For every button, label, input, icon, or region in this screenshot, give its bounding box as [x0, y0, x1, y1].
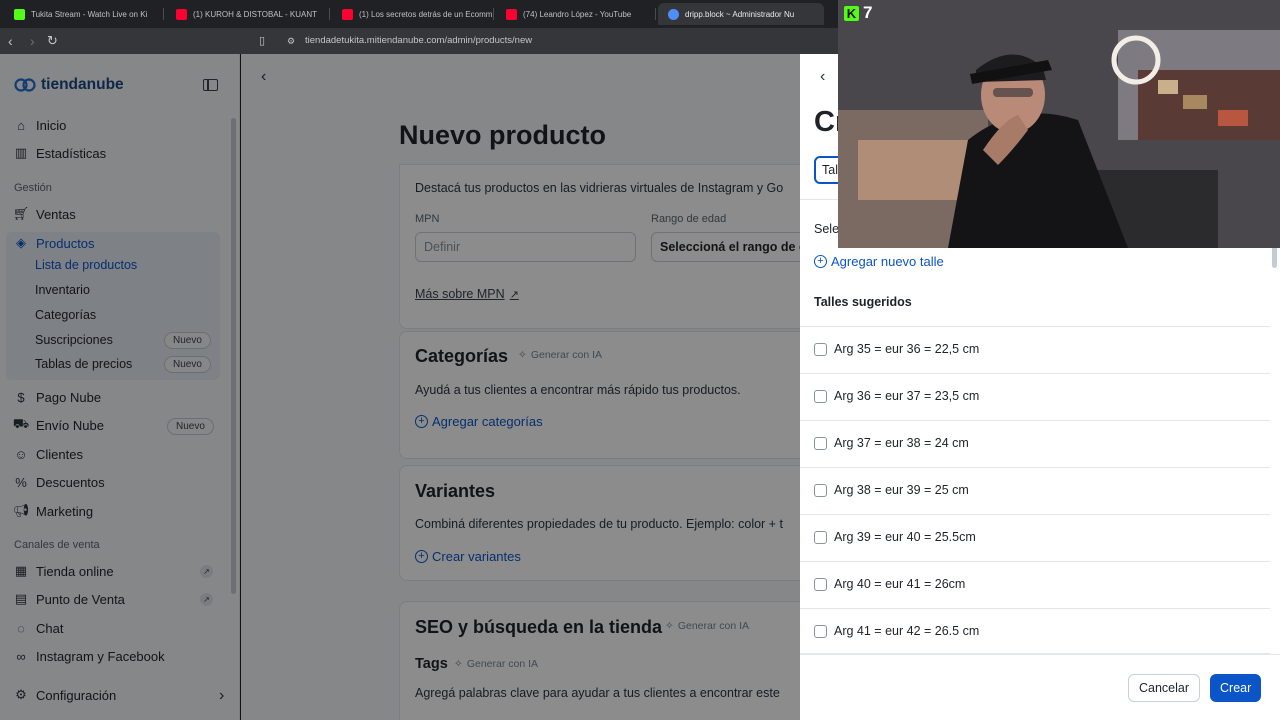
streamer-webcam: K 7 [838, 0, 1280, 248]
tiendanube-icon [668, 8, 679, 20]
size-option-row[interactable]: Arg 41 = eur 42 = 26.5 cm [800, 608, 1270, 654]
suggested-sizes-title: Talles sugeridos [814, 295, 912, 309]
modal-overlay[interactable] [0, 54, 800, 720]
cancel-button[interactable]: Cancelar [1128, 674, 1201, 702]
checkbox[interactable] [814, 437, 827, 450]
kick-icon [14, 8, 25, 20]
size-option-row[interactable]: Arg 37 = eur 38 = 24 cm [800, 420, 1270, 467]
tab-title: (1) Los secretos detrás de un Ecomm [359, 9, 493, 19]
checkbox[interactable] [814, 484, 827, 497]
tab-title: dripp.block ~ Administrador Nu [685, 9, 795, 19]
size-label: Arg 38 = eur 39 = 25 cm [834, 483, 969, 497]
back-icon[interactable]: ‹ [8, 32, 13, 50]
select-label: Sele [814, 222, 840, 236]
tab-title: Tukita Stream - Watch Live on Ki [31, 9, 148, 19]
plus-circle-icon: + [814, 255, 827, 268]
size-label: Arg 41 = eur 42 = 26.5 cm [834, 624, 980, 638]
size-label: Arg 37 = eur 38 = 24 cm [834, 436, 969, 450]
kick-logo-icon: K [844, 5, 859, 21]
tab-title: (74) Leandro López - YouTube [523, 9, 632, 19]
bookmark-icon[interactable]: ▯ [259, 32, 265, 50]
drawer-footer: Cancelar Crear [800, 654, 1280, 720]
checkbox[interactable] [814, 578, 827, 591]
create-button[interactable]: Crear [1210, 674, 1262, 702]
browser-tab[interactable]: (1) Los secretos detrás de un Ecomm [332, 3, 494, 25]
size-label: Arg 40 = eur 41 = 26cm [834, 577, 966, 591]
size-label: Arg 36 = eur 37 = 23,5 cm [834, 389, 980, 403]
size-option-row[interactable]: Arg 40 = eur 41 = 26cm [800, 561, 1270, 608]
checkbox[interactable] [814, 343, 827, 356]
forward-icon[interactable]: › [30, 32, 35, 50]
youtube-icon [506, 8, 517, 20]
youtube-icon [176, 8, 187, 20]
browser-tab-active[interactable]: dripp.block ~ Administrador Nu [658, 3, 824, 25]
size-option-row[interactable]: Arg 35 = eur 36 = 22,5 cm [800, 326, 1270, 373]
size-label: Arg 35 = eur 36 = 22,5 cm [834, 342, 980, 356]
tab-title: (1) KUROH & DISTOBAL - KUANT [193, 9, 318, 19]
url-field[interactable]: tiendadetukita.mitiendanube.com/admin/pr… [305, 32, 532, 50]
drawer-back-icon[interactable]: ‹ [820, 68, 825, 86]
size-option-row[interactable]: Arg 39 = eur 40 = 25.5cm [800, 514, 1270, 561]
browser-tab[interactable]: (1) KUROH & DISTOBAL - KUANT [166, 3, 330, 25]
size-option-row[interactable]: Arg 36 = eur 37 = 23,5 cm [800, 373, 1270, 420]
site-info-icon[interactable]: ⚙ [287, 32, 295, 50]
checkbox[interactable] [814, 531, 827, 544]
size-label: Arg 39 = eur 40 = 25.5cm [834, 530, 976, 544]
size-option-row[interactable]: Arg 38 = eur 39 = 25 cm [800, 467, 1270, 514]
reload-icon[interactable]: ↻ [47, 32, 58, 50]
drawer-scrollbar[interactable] [1272, 246, 1277, 268]
kick-viewer-counter: K 7 [844, 3, 872, 23]
checkbox[interactable] [814, 390, 827, 403]
browser-tab[interactable]: Tukita Stream - Watch Live on Ki [4, 3, 164, 25]
checkbox[interactable] [814, 625, 827, 638]
add-size-link[interactable]: + Agregar nuevo talle [814, 254, 944, 269]
webcam-video-image [838, 0, 1280, 248]
browser-tab[interactable]: (74) Leandro López - YouTube [496, 3, 656, 25]
youtube-icon [342, 8, 353, 20]
